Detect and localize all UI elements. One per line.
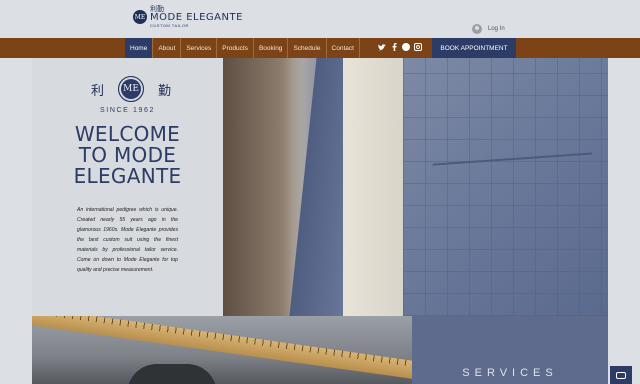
logo-mark-icon: ME xyxy=(133,10,147,24)
image-background-shadow xyxy=(223,58,303,316)
nav-item-about[interactable]: About xyxy=(153,38,182,58)
login-label: Log In xyxy=(488,26,505,32)
intro-paragraph: An international pedigree which is uniqu… xyxy=(77,207,178,273)
round-icon[interactable] xyxy=(402,43,410,51)
hero-suit-image xyxy=(223,58,608,316)
plaid-jacket-fabric xyxy=(403,58,608,316)
services-heading: SERVICES xyxy=(462,367,558,379)
main-nav: Home About Services Products Booking Sch… xyxy=(0,38,640,58)
site-logo[interactable]: ME 利勤 MODE ELEGANTE CUSTOM TAILOR xyxy=(133,6,243,28)
ruler-ticks xyxy=(32,316,412,368)
chinese-char-left: 利 xyxy=(91,83,105,99)
nav-item-schedule[interactable]: Schedule xyxy=(288,38,327,58)
twitter-icon[interactable] xyxy=(378,43,386,51)
logo-tagline: CUSTOM TAILOR xyxy=(150,23,189,28)
welcome-line-2: TO MODE xyxy=(78,143,177,167)
nav-item-services[interactable]: Services xyxy=(181,38,218,58)
logo-brand-name: MODE ELEGANTE xyxy=(150,12,243,23)
nav-item-contact[interactable]: Contact xyxy=(327,38,360,58)
logo-text: 利勤 MODE ELEGANTE CUSTOM TAILOR xyxy=(150,6,243,28)
book-appointment-button[interactable]: BOOK APPOINTMENT xyxy=(432,38,516,58)
since-year: SINCE 1962 xyxy=(100,107,155,114)
services-panel: SERVICES xyxy=(412,316,608,384)
social-links xyxy=(378,43,422,51)
site-header: ME 利勤 MODE ELEGANTE CUSTOM TAILOR Log In xyxy=(0,0,640,38)
chat-icon xyxy=(616,371,626,379)
brand-emblem-row: 利 ME 勤 xyxy=(91,76,171,102)
nav-menu: Home About Services Products Booking Sch… xyxy=(125,38,360,58)
nav-item-home[interactable]: Home xyxy=(125,38,154,58)
tailoring-tools-image xyxy=(32,316,412,384)
chat-button[interactable] xyxy=(610,366,632,384)
tailor-tool xyxy=(127,364,217,384)
user-avatar-icon xyxy=(472,24,482,34)
welcome-line-3: ELEGANTE xyxy=(73,164,182,188)
welcome-line-1: WELCOME xyxy=(74,122,181,146)
me-monogram-icon: ME xyxy=(118,76,145,102)
nav-item-products[interactable]: Products xyxy=(217,38,254,58)
nav-item-booking[interactable]: Booking xyxy=(254,38,289,58)
measuring-ruler xyxy=(32,316,412,380)
instagram-icon[interactable] xyxy=(414,43,422,51)
facebook-icon[interactable] xyxy=(390,43,398,51)
chinese-char-right: 勤 xyxy=(158,83,172,99)
login-button[interactable]: Log In xyxy=(472,24,505,34)
hero-intro-panel: 利 ME 勤 SINCE 1962 WELCOME TO MODE ELEGAN… xyxy=(32,58,223,316)
welcome-heading: WELCOME TO MODE ELEGANTE xyxy=(32,124,223,187)
